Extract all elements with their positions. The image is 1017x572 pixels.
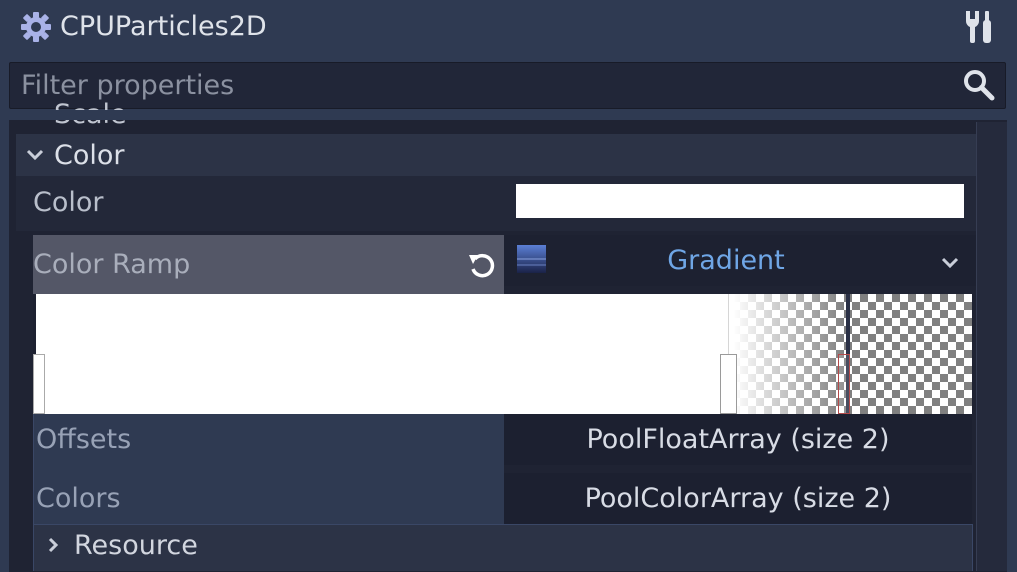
- color-section-title: Color: [54, 140, 125, 171]
- node-title: CPUParticles2D: [60, 11, 267, 42]
- chevron-down-icon[interactable]: [939, 252, 961, 274]
- color-section-header[interactable]: [16, 134, 976, 176]
- colors-label: Colors: [36, 483, 121, 514]
- chevron-right-icon: [43, 535, 63, 555]
- resource-section-title: Resource: [74, 530, 198, 561]
- gradient-point-handle-mid[interactable]: [720, 354, 737, 414]
- filter-bar-gap: [9, 110, 1007, 120]
- offsets-value[interactable]: PoolFloatArray (size 2): [504, 421, 972, 459]
- color-property-label: Color: [33, 187, 104, 218]
- gradient-ramp-preview[interactable]: [36, 294, 972, 414]
- gradient-point-marker-line: [728, 294, 729, 354]
- filter-placeholder: Filter properties: [21, 70, 235, 101]
- particles-gear-icon: [20, 11, 52, 43]
- color-ramp-label: Color Ramp: [33, 249, 191, 280]
- inspector-scrollbar[interactable]: [976, 122, 1007, 571]
- tools-icon[interactable]: [962, 9, 998, 45]
- gradient-point-handle-end[interactable]: [838, 354, 850, 414]
- offsets-label: Offsets: [36, 424, 132, 455]
- revert-icon[interactable]: [466, 249, 498, 281]
- gradient-resource-name[interactable]: Gradient: [504, 242, 948, 280]
- chevron-down-icon: [24, 144, 46, 166]
- color-picker-button[interactable]: [516, 184, 964, 218]
- search-icon[interactable]: [962, 68, 996, 102]
- colors-value[interactable]: PoolColorArray (size 2): [504, 480, 972, 518]
- gradient-point-handle-start[interactable]: [33, 354, 45, 414]
